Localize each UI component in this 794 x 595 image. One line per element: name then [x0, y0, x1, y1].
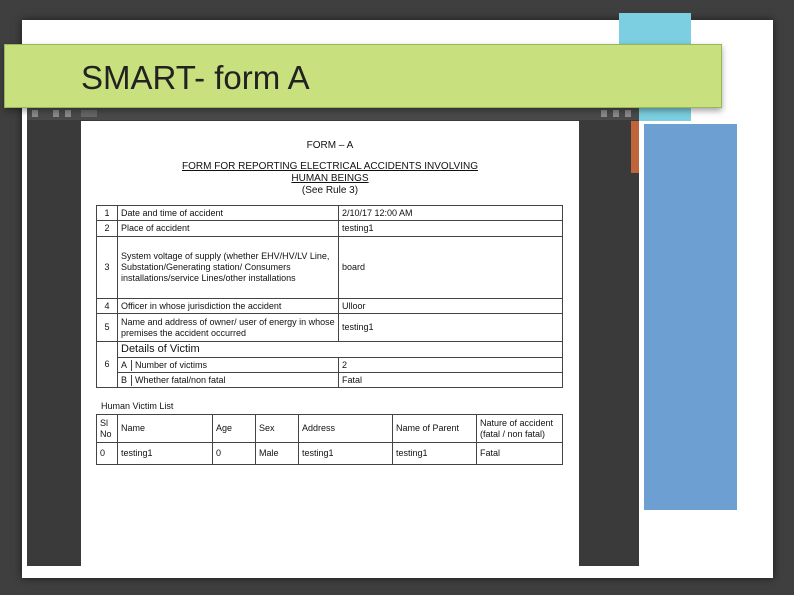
slide-title: SMART- form A [81, 59, 310, 96]
row-label: Date and time of accident [117, 205, 339, 221]
slide-title-bar: SMART- form A [4, 44, 722, 108]
row-label: Name and address of owner/ user of energ… [117, 313, 339, 342]
column-header: Nature of accident (fatal / non fatal) [476, 414, 563, 443]
row-number: 2 [96, 220, 118, 237]
row-value: testing1 [338, 220, 563, 237]
download-icon[interactable] [601, 110, 607, 117]
zoom-in-icon[interactable] [65, 110, 71, 117]
viewer-toolbar [27, 107, 639, 120]
sub-letter: B [121, 374, 132, 386]
decorative-orange-strip [631, 121, 639, 173]
row-number: 1 [96, 205, 118, 221]
row-value: board [338, 236, 563, 299]
row-label: Officer in whose jurisdiction the accide… [117, 298, 339, 314]
form-heading-line2: HUMAN BEINGS [291, 173, 369, 184]
page-number-field[interactable] [81, 110, 97, 117]
form-document-page: FORM – A FORM FOR REPORTING ELECTRICAL A… [81, 121, 579, 566]
zoom-out-icon[interactable] [53, 110, 59, 117]
table-cell: testing1 [298, 442, 393, 465]
row-number: 6 [96, 341, 118, 388]
form-heading-line1: FORM FOR REPORTING ELECTRICAL ACCIDENTS … [182, 161, 478, 172]
row-label: B Whether fatal/non fatal [117, 372, 339, 388]
row-number: 5 [96, 313, 118, 342]
table-row: 5 Name and address of owner/ user of ene… [96, 313, 563, 342]
row-label: A Number of victims [117, 357, 339, 373]
row-number: 4 [96, 298, 118, 314]
accident-form-table: 1 Date and time of accident 2/10/17 12:0… [96, 205, 563, 388]
table-cell: Male [255, 442, 299, 465]
victim-list-heading: Human Victim List [101, 401, 174, 411]
table-row: 4 Officer in whose jurisdiction the acci… [96, 298, 563, 314]
table-cell: Fatal [476, 442, 563, 465]
sub-label: Number of victims [135, 359, 208, 370]
row-label: Place of accident [117, 220, 339, 237]
table-row: 3 System voltage of supply (whether EHV/… [96, 236, 563, 299]
table-row: 2 Place of accident testing1 [96, 220, 563, 237]
victim-list-table: Sl No Name Age Sex Address Name of Paren… [96, 414, 563, 465]
more-icon[interactable] [625, 110, 631, 117]
row-value: 2/10/17 12:00 AM [338, 205, 563, 221]
table-row: B Whether fatal/non fatal Fatal [97, 372, 563, 388]
table-header-row: Sl No Name Age Sex Address Name of Paren… [96, 414, 563, 443]
column-header: Address [298, 414, 393, 443]
sub-label: Whether fatal/non fatal [135, 374, 226, 385]
table-cell: 0 [96, 442, 118, 465]
column-header: Name [117, 414, 213, 443]
victim-details-heading: Details of Victim [117, 341, 563, 358]
table-cell: testing1 [117, 442, 213, 465]
row-value: Fatal [338, 372, 563, 388]
column-header: Sex [255, 414, 299, 443]
table-row: A Number of victims 2 [97, 357, 563, 373]
row-number: 3 [96, 236, 118, 299]
table-cell: 0 [212, 442, 256, 465]
column-header: Age [212, 414, 256, 443]
menu-icon[interactable] [32, 110, 38, 117]
decorative-blue-block [644, 124, 737, 510]
column-header: Sl No [96, 414, 118, 443]
column-header: Name of Parent [392, 414, 477, 443]
table-row: 6 Details of Victim [96, 341, 563, 388]
row-value: testing1 [338, 313, 563, 342]
form-title: FORM – A [306, 140, 354, 151]
row-value: Ulloor [338, 298, 563, 314]
print-icon[interactable] [613, 110, 619, 117]
sub-letter: A [121, 359, 132, 371]
form-rule: (See Rule 3) [301, 185, 359, 196]
row-value: 2 [338, 357, 563, 373]
table-row: 0 testing1 0 Male testing1 testing1 Fata… [96, 442, 563, 465]
table-row: 1 Date and time of accident 2/10/17 12:0… [96, 205, 563, 221]
table-cell: testing1 [392, 442, 477, 465]
row-label: System voltage of supply (whether EHV/HV… [117, 236, 339, 299]
